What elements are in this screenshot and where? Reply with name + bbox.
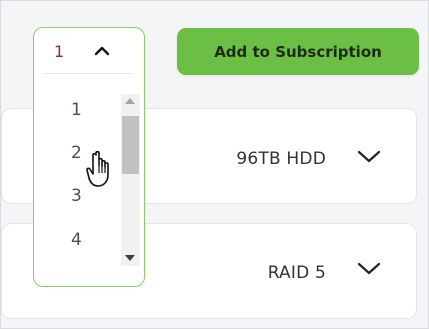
dropdown-scrollbar[interactable]	[121, 94, 140, 266]
dropdown-option-3[interactable]: 3	[71, 186, 82, 206]
divider	[44, 73, 133, 74]
app-frame: 96TB HDD RAID 5 Add to Subscription 1 1 …	[0, 0, 429, 329]
scroll-down-arrow-icon[interactable]	[125, 255, 135, 261]
dropdown-toggle[interactable]: 1	[34, 28, 144, 76]
raid-value: RAID 5	[267, 263, 326, 283]
storage-value: 96TB HDD	[236, 149, 326, 169]
scroll-thumb[interactable]	[122, 116, 139, 174]
chevron-up-icon[interactable]	[94, 46, 110, 56]
dropdown-option-1[interactable]: 1	[71, 100, 82, 120]
selected-quantity: 1	[54, 42, 65, 61]
scroll-up-arrow-icon[interactable]	[125, 98, 135, 104]
hand-pointer-icon	[86, 150, 109, 187]
add-to-subscription-button[interactable]: Add to Subscription	[177, 28, 419, 75]
dropdown-option-4[interactable]: 4	[71, 230, 82, 250]
dropdown-option-2[interactable]: 2	[71, 143, 82, 163]
chevron-down-icon[interactable]	[357, 150, 381, 164]
chevron-down-icon[interactable]	[357, 262, 381, 276]
